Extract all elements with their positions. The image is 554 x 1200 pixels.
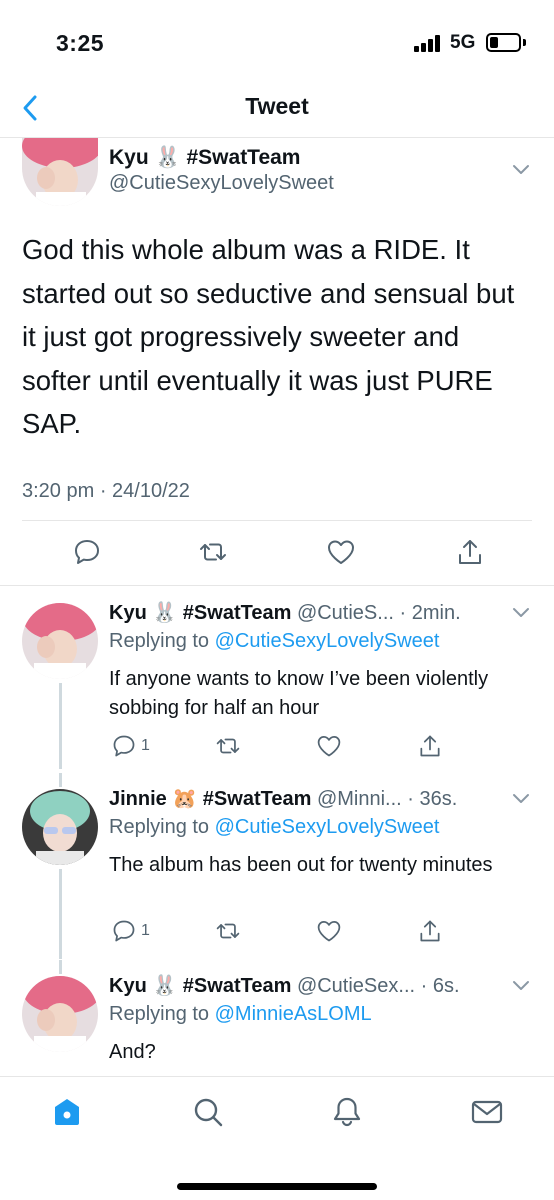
status-time: 3:25 (56, 30, 105, 56)
battery-cap (523, 39, 526, 46)
signal-icon (414, 34, 444, 52)
tweet-timestamp: 3:20 pm · 24/10/22 (22, 480, 190, 502)
replying-prefix: Replying to (109, 630, 215, 652)
share-icon[interactable] (417, 918, 443, 944)
chevron-down-icon[interactable] (512, 164, 530, 176)
author-handle[interactable]: @CutieSexyLovelySweet (109, 172, 334, 195)
tweet-text: God this whole album was a RIDE. It star… (22, 234, 515, 439)
search-icon[interactable] (191, 1095, 225, 1129)
mention-link[interactable]: @CutieSexyLovelySweet (215, 630, 440, 652)
battery-level (490, 37, 498, 48)
thread-line (59, 683, 62, 769)
top-header: Tweet (0, 80, 554, 138)
battery-icon (486, 33, 521, 52)
share-icon[interactable] (455, 537, 485, 567)
divider (0, 585, 554, 586)
status-bar: 3:25 5G (0, 0, 554, 80)
retweet-icon[interactable] (215, 733, 241, 759)
heart-icon[interactable] (316, 918, 342, 944)
home-indicator (177, 1183, 377, 1190)
retweet-icon[interactable] (215, 918, 241, 944)
avatar[interactable] (22, 603, 98, 679)
replying-prefix: Replying to (109, 1003, 215, 1025)
network-label: 5G (450, 32, 476, 53)
replying-prefix: Replying to (109, 816, 215, 838)
thread-line (59, 960, 62, 974)
heart-icon[interactable] (326, 537, 356, 567)
author-name[interactable]: Kyu 🐰 #SwatTeam (109, 975, 291, 997)
replying-to: Replying to @CutieSexyLovelySweet (109, 816, 439, 839)
speech-bubble-icon[interactable] (72, 537, 102, 567)
reply-count: 1 (141, 737, 150, 754)
thread-line (59, 869, 62, 959)
author-name[interactable]: Jinnie 🐹 #SwatTeam (109, 788, 311, 810)
chevron-down-icon[interactable] (512, 980, 530, 992)
reply-header: Jinnie 🐹 #SwatTeam @Minni... · 36s. (109, 786, 457, 811)
reply-header: Kyu 🐰 #SwatTeam @CutieS... · 2min. (109, 600, 461, 625)
reply-text: And? (109, 1041, 156, 1063)
envelope-icon[interactable] (470, 1095, 504, 1129)
reply-header: Kyu 🐰 #SwatTeam @CutieSex... · 6s. (109, 973, 460, 998)
page-title: Tweet (245, 93, 309, 119)
reply-text: If anyone wants to know I’ve been violen… (109, 668, 489, 719)
author-name[interactable]: Kyu 🐰 #SwatTeam (109, 146, 300, 170)
speech-bubble-icon[interactable] (111, 918, 137, 944)
replying-to: Replying to @CutieSexyLovelySweet (109, 630, 439, 653)
avatar[interactable] (22, 976, 98, 1052)
replying-to: Replying to @MinnieAsLOML (109, 1003, 372, 1026)
reply-count: 1 (141, 922, 150, 939)
handle-time: @CutieSex... · 6s. (296, 975, 460, 997)
chevron-down-icon[interactable] (512, 793, 530, 805)
bell-icon[interactable] (330, 1095, 364, 1129)
divider (22, 520, 532, 521)
handle-time: @Minni... · 36s. (316, 788, 458, 810)
avatar[interactable] (22, 789, 98, 865)
thread-line (59, 773, 62, 787)
mention-link[interactable]: @MinnieAsLOML (215, 1003, 372, 1025)
reply-tweet[interactable]: Jinnie 🐹 #SwatTeam @Minni... · 36s. Repl… (0, 773, 554, 959)
home-icon[interactable] (50, 1095, 84, 1129)
retweet-icon[interactable] (198, 537, 228, 567)
reply-tweet[interactable]: Kyu 🐰 #SwatTeam @CutieS... · 2min. Reply… (0, 587, 554, 769)
reply-tweet[interactable]: Kyu 🐰 #SwatTeam @CutieSex... · 6s. Reply… (0, 960, 554, 1076)
share-icon[interactable] (417, 733, 443, 759)
handle-time: @CutieS... · 2min. (296, 602, 461, 624)
speech-bubble-icon[interactable] (111, 733, 137, 759)
bottom-nav (0, 1076, 554, 1200)
chevron-down-icon[interactable] (512, 607, 530, 619)
avatar[interactable] (22, 138, 98, 206)
mention-link[interactable]: @CutieSexyLovelySweet (215, 816, 440, 838)
author-name[interactable]: Kyu 🐰 #SwatTeam (109, 602, 291, 624)
heart-icon[interactable] (316, 733, 342, 759)
reply-text: The album has been out for twenty minute… (109, 854, 493, 876)
